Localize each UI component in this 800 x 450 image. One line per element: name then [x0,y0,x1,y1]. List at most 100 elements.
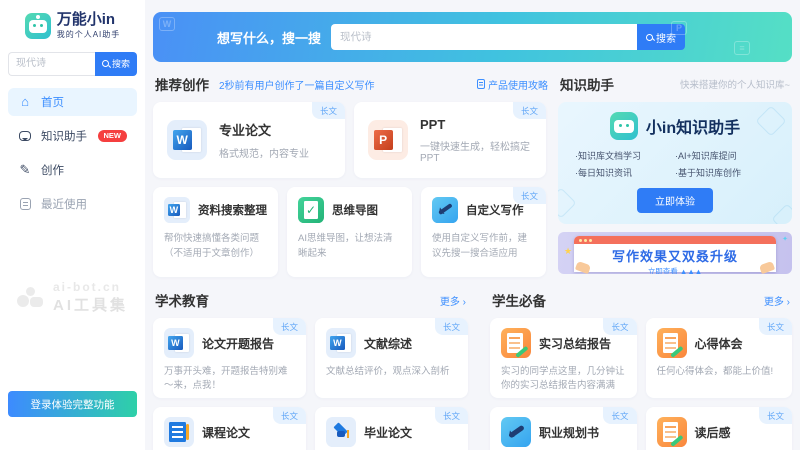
search-icon [102,60,109,67]
card-title: 自定义写作 [466,202,524,218]
card-reflections[interactable]: 长文 心得体会 任何心得体会，都能上价值! [646,318,793,398]
card-career-plan[interactable]: 长文 职业规划书 [490,407,637,450]
knowledge-feature: ·基于知识库创作 [675,166,775,179]
mindmap-icon: ✓ [298,197,324,223]
academic-title: 学术教育 [155,290,209,310]
hex-decoration [771,203,792,224]
main-content: W P ≡ 想写什么，搜一搜 搜索 推荐创作 2秒前有用户创作了一篇自定义写作 … [145,0,800,450]
card-professional-paper[interactable]: 长文 W 专业论文 格式规范，内容专业 [153,102,345,178]
card-desc: 实习的同学点这里，几分钟让你的实习总结报告内容满满 [501,365,626,394]
hex-decoration [558,187,577,218]
promo-banner[interactable]: ★ ✦ 写作效果又双叒升级 立即查看 ▲▲▲ [558,232,792,274]
long-text-badge: 长文 [603,318,636,335]
card-title: 心得体会 [695,335,743,352]
knowledge-panel-title: 小in知识助手 [646,114,740,138]
sidebar-item-label: 创作 [41,162,64,178]
section-student: 学生必备 更多 › 长文 实习总结报告 实习的同学点这里，几分钟让你的实习总结报… [490,290,792,450]
home-icon [18,95,32,109]
app-window: 万能小in 我的个人AI助手 搜索 首页 知识助手 NEW 创作 [0,0,800,450]
ppt-icon: P [368,120,408,160]
card-ppt[interactable]: 长文 P PPT 一键快速生成，轻松搞定PPT [354,102,546,178]
sidebar-item-label: 最近使用 [41,196,87,212]
card-desc: 一键快速生成，轻松搞定PPT [420,138,532,164]
long-text-badge: 长文 [273,407,306,424]
card-title: 思维导图 [332,202,378,218]
hero-search-input[interactable] [331,24,637,50]
sidebar-item-home[interactable]: 首页 [8,88,137,116]
knowledge-hint: 快来搭建你的个人知识库~ [680,77,790,91]
card-research-organize[interactable]: W 资料搜索整理 帮你快速搞懂各类问题（不适用于文章创作） [153,187,278,277]
card-title: 实习总结报告 [539,335,611,352]
sidebar-item-create[interactable]: 创作 [8,156,137,184]
card-desc: 任何心得体会，都能上价值! [657,365,782,394]
sidebar-item-label: 知识助手 [41,128,87,144]
pen-icon [501,417,531,447]
card-book-review[interactable]: 长文 读后感 [646,407,793,450]
pen-icon [432,197,458,223]
new-badge: NEW [98,130,128,142]
word-icon: W [167,120,207,160]
sidebar-item-knowledge-assistant[interactable]: 知识助手 NEW [8,122,137,150]
watermark: ai-bot.cn AI工具集 [8,280,137,315]
watermark-line2: AI工具集 [53,294,128,315]
graduation-cap-icon [326,417,356,447]
knowledge-header: 知识助手 [560,74,614,94]
sidebar-search-button[interactable]: 搜索 [95,52,137,76]
sidebar: 万能小in 我的个人AI助手 搜索 首页 知识助手 NEW 创作 [0,0,145,450]
promo-window: 写作效果又双叒升级 立即查看 ▲▲▲ [574,236,776,272]
promo-title: 写作效果又双叒升级 [574,246,776,265]
sparkle-icon: ✦ [782,235,788,243]
report-icon [657,417,687,447]
card-literature-review[interactable]: 长文 W 文献综述 文献总结评价，观点深入剖析 [315,318,468,398]
card-graduation-thesis[interactable]: 长文 毕业论文 格式规范，内容专业的毕业 [315,407,468,450]
search-icon [646,34,653,41]
card-desc: 格式规范，内容专业 [219,145,309,160]
hero-banner: W P ≡ 想写什么，搜一搜 搜索 [153,12,792,62]
section-academic: 学术教育 更多 › 长文 W 论文开题报告 万事开头难，开题报告特别难～来，点我… [153,290,468,450]
card-title: 资料搜索整理 [198,202,267,218]
sidebar-item-recent[interactable]: 最近使用 [8,190,137,218]
sidebar-search-input[interactable] [8,52,95,76]
long-text-badge: 长文 [759,407,792,424]
long-text-badge: 长文 [435,407,468,424]
card-desc: 帮你快速搞懂各类问题（不适用于文章创作） [164,232,267,261]
activity-ticker: 2秒前有用户创作了一篇自定义写作 [219,77,375,92]
card-internship-report[interactable]: 长文 实习总结报告 实习的同学点这里，几分钟让你的实习总结报告内容满满 [490,318,637,398]
knowledge-assistant-panel: 小in知识助手 ·知识库文档学习 ·AI+知识库提问 ·每日知识资讯 ·基于知识… [558,102,792,224]
recent-icon [18,197,32,211]
card-desc: 文献总结评价，观点深入剖析 [326,365,457,394]
student-title: 学生必备 [492,290,546,310]
academic-more-link[interactable]: 更多 › [440,293,466,308]
card-title: 论文开题报告 [202,335,274,352]
card-title: PPT [420,117,532,132]
card-title: 课程论文 [202,424,250,441]
star-icon: ★ [564,246,572,257]
card-course-paper[interactable]: 长文 课程论文 格式规范，内容专业的课程 [153,407,306,450]
word-ghost-icon: W [159,17,175,31]
experience-now-button[interactable]: 立即体验 [637,188,713,213]
app-logo: 万能小in 我的个人AI助手 [8,8,137,48]
watermark-logo-icon [17,287,47,307]
card-title: 文献综述 [364,335,412,352]
sidebar-item-label: 首页 [41,94,64,110]
card-thesis-proposal[interactable]: 长文 W 论文开题报告 万事开头难，开题报告特别难～来，点我！ [153,318,306,398]
guide-doc-icon [477,79,485,89]
chat-icon [18,129,32,143]
card-desc: 使用自定义写作前，建议先搜一搜合适应用 [432,232,535,261]
report-icon [501,328,531,358]
login-button[interactable]: 登录体验完整功能 [8,391,137,417]
student-more-link[interactable]: 更多 › [764,293,790,308]
card-custom-writing[interactable]: 长文 自定义写作 使用自定义写作前，建议先搜一搜合适应用 [421,187,546,277]
long-text-badge: 长文 [435,318,468,335]
knowledge-feature: ·AI+知识库提问 [675,149,775,162]
card-mindmap[interactable]: ✓ 思维导图 AI思维导图，让想法清晰起来 [287,187,412,277]
report-icon [657,328,687,358]
long-text-badge: 长文 [759,318,792,335]
card-title: 专业论文 [219,120,309,139]
card-title: 职业规划书 [539,424,599,441]
product-guide-link[interactable]: 产品使用攻略 [477,77,548,92]
knowledge-feature: ·知识库文档学习 [575,149,675,162]
card-title: 毕业论文 [364,424,412,441]
promo-cta: 立即查看 ▲▲▲ [574,266,776,274]
long-text-badge: 长文 [312,102,345,119]
